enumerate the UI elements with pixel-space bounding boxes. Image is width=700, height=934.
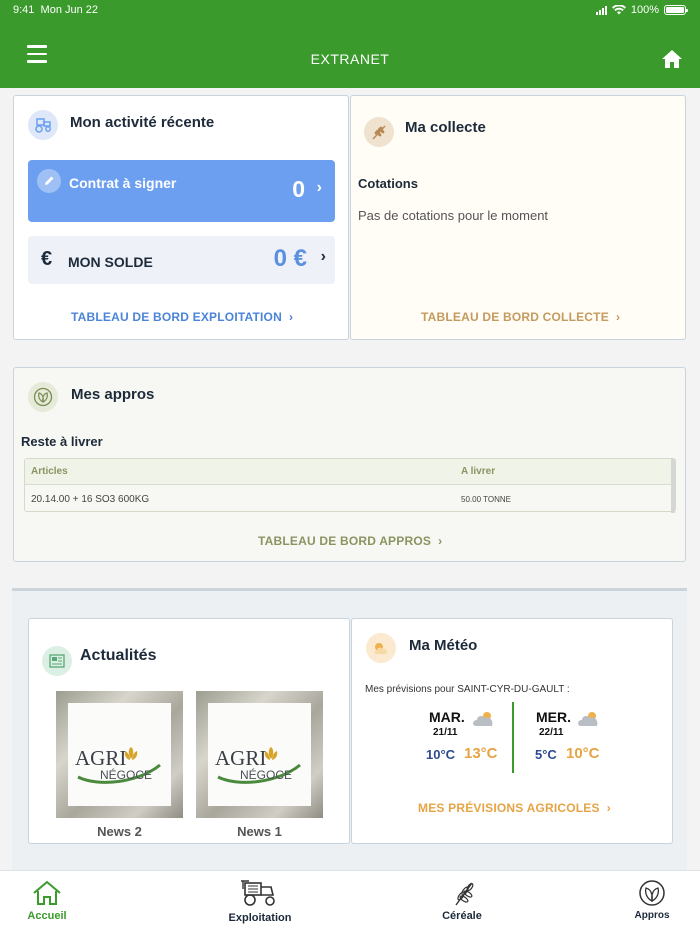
chevron-right-icon: ›	[316, 179, 322, 196]
cell-article: 20.14.00 + 16 SO3 600KG	[31, 494, 150, 505]
collecte-card: Ma collecte Cotations Pas de cotations p…	[350, 95, 686, 340]
news-title: Actualités	[80, 647, 157, 664]
signal-icon	[595, 5, 607, 15]
battery-percent: 100%	[630, 4, 659, 16]
column-header-a-livrer: A livrer	[461, 466, 496, 477]
bottom-navigation: Accueil Exploitation Céréale Appros	[0, 870, 700, 934]
news-thumbnail[interactable]: AGRI NÉGOCE	[56, 691, 183, 818]
forecast-day: MER. 22/11 5°C 10°C	[532, 707, 622, 777]
collecte-title: Ma collecte	[405, 119, 486, 136]
agri-negoce-logo: AGRI NÉGOCE	[215, 746, 301, 784]
wifi-icon	[611, 5, 626, 15]
balance-label: MON SOLDE	[68, 254, 153, 270]
nav-item-cereale[interactable]: Céréale	[430, 871, 494, 934]
nav-label: Céréale	[442, 910, 482, 922]
home-icon	[662, 50, 682, 68]
forecast-min-temp: 10°C	[426, 747, 456, 762]
column-header-articles: Articles	[31, 466, 68, 477]
chevron-right-icon: ›	[434, 534, 443, 548]
nav-item-accueil[interactable]: Accueil	[14, 871, 80, 934]
sprout-icon	[639, 880, 665, 906]
table-header: Articles A livrer	[25, 459, 675, 485]
cloudy-icon	[473, 712, 493, 726]
balance-button[interactable]: € MON SOLDE 0 € ›	[28, 236, 335, 284]
weather-icon-wrap	[366, 633, 396, 663]
collecte-icon-wrap	[364, 117, 394, 147]
leaf-icon	[33, 387, 53, 407]
agri-negoce-logo: AGRI NÉGOCE	[75, 746, 161, 784]
forecast-min-temp: 5°C	[535, 747, 557, 762]
deliveries-table: Articles A livrer 20.14.00 + 16 SO3 600K…	[24, 458, 676, 513]
news-item-label[interactable]: News 2	[56, 824, 183, 839]
home-button[interactable]	[661, 49, 683, 69]
contract-label: Contrat à signer	[69, 175, 177, 191]
activity-title: Mon activité récente	[70, 114, 215, 131]
nav-label: Appros	[634, 910, 670, 921]
activity-card: Mon activité récente Contrat à signer 0 …	[13, 95, 349, 340]
hamburger-icon	[27, 45, 47, 48]
home-outline-icon	[33, 880, 61, 905]
chevron-right-icon: ›	[320, 248, 326, 265]
news-icon-wrap	[42, 646, 72, 676]
weather-location-text: Mes prévisions pour SAINT-CYR-DU-GAULT :	[365, 684, 570, 695]
chevron-right-icon: ›	[285, 310, 294, 324]
forecast-day-name: MER.	[536, 709, 571, 725]
nav-label: Exploitation	[228, 912, 292, 924]
harvester-icon	[241, 880, 275, 906]
tractor-icon	[35, 118, 51, 133]
status-bar: 9:41 Mon Jun 22 100%	[0, 0, 700, 22]
pen-icon	[37, 169, 61, 193]
chevron-right-icon: ›	[612, 310, 621, 324]
dashboard-appros-link[interactable]: TABLEAU DE BORD APPROS ›	[258, 534, 442, 548]
cell-a-livrer: 50.00 TONNE	[461, 495, 511, 504]
page-title: EXTRANET	[310, 51, 390, 67]
news-thumbnail[interactable]: AGRI NÉGOCE	[196, 691, 323, 818]
cloudy-icon	[578, 712, 598, 726]
contract-count: 0	[292, 176, 305, 202]
chevron-right-icon: ›	[603, 801, 611, 815]
forecast-max-temp: 13°C	[464, 745, 498, 762]
wheat-icon	[372, 125, 386, 140]
reste-a-livrer-heading: Reste à livrer	[21, 434, 103, 449]
weather-card: Ma Météo Mes prévisions pour SAINT-CYR-D…	[351, 618, 673, 844]
dashboard-exploitation-link[interactable]: TABLEAU DE BORD EXPLOITATION ›	[71, 310, 293, 324]
svg-text:NÉGOCE: NÉGOCE	[240, 767, 292, 782]
svg-text:NÉGOCE: NÉGOCE	[100, 767, 152, 782]
status-time: 9:41 Mon Jun 22	[13, 4, 99, 16]
app-header: 9:41 Mon Jun 22 100% EXTRANET	[0, 0, 700, 88]
table-scrollbar[interactable]	[671, 459, 675, 513]
nav-label: Accueil	[27, 910, 67, 922]
dashboard-collecte-link[interactable]: TABLEAU DE BORD COLLECTE ›	[421, 310, 620, 324]
euro-icon: €	[41, 248, 53, 270]
table-row[interactable]: 20.14.00 + 16 SO3 600KG 50.00 TONNE	[25, 486, 671, 512]
agricultural-forecast-link[interactable]: MES PRÉVISIONS AGRICOLES ›	[418, 801, 611, 815]
contract-to-sign-button[interactable]: Contrat à signer 0 ›	[28, 160, 335, 222]
forecast-day: MAR. 21/11 10°C 13°C	[422, 707, 512, 777]
nav-item-appros[interactable]: Appros	[626, 871, 678, 934]
activity-icon-wrap	[28, 110, 58, 140]
sun-cloud-icon	[374, 643, 387, 654]
appros-title: Mes appros	[71, 386, 155, 403]
status-indicators: 100%	[595, 4, 688, 16]
balance-amount: 0 €	[273, 245, 307, 272]
weather-title: Ma Météo	[409, 637, 478, 654]
appros-icon-wrap	[28, 382, 58, 412]
news-item-label[interactable]: News 1	[196, 824, 323, 839]
forecast-divider	[512, 702, 514, 773]
battery-icon	[664, 5, 688, 15]
appros-card: Mes appros Reste à livrer Articles A liv…	[13, 367, 686, 562]
cotations-heading: Cotations	[358, 176, 418, 191]
svg-text:AGRI: AGRI	[75, 746, 126, 770]
forecast-max-temp: 10°C	[566, 745, 600, 762]
cotations-empty-text: Pas de cotations pour le moment	[358, 208, 549, 223]
svg-text:AGRI: AGRI	[215, 746, 266, 770]
forecast-day-name: MAR.	[429, 709, 465, 725]
grain-icon	[455, 882, 474, 906]
forecast-date: 22/11	[539, 727, 564, 738]
nav-item-exploitation[interactable]: Exploitation	[219, 871, 301, 934]
newspaper-icon	[49, 654, 65, 668]
forecast-date: 21/11	[433, 727, 458, 738]
news-card: Actualités AGRI NÉGOCE News 2 AGRI NÉGOC…	[28, 618, 350, 844]
